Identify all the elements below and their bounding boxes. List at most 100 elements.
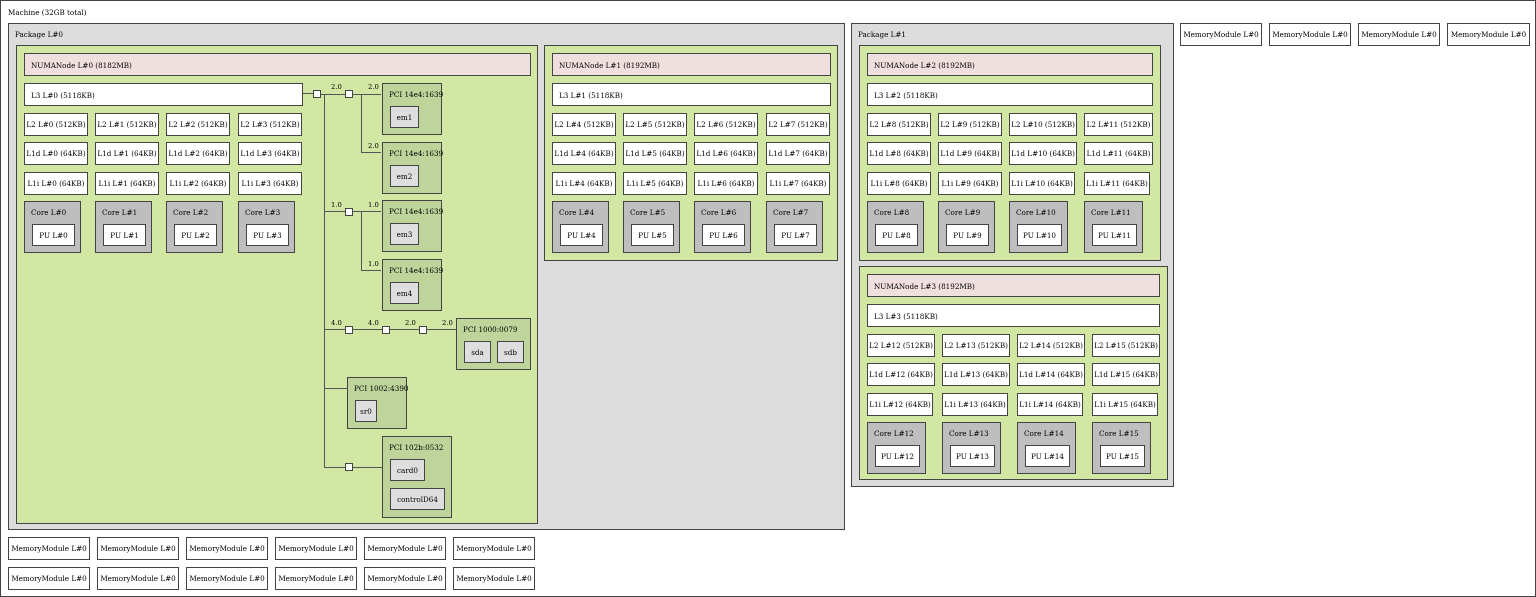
pci-bridge[interactable] xyxy=(345,463,353,471)
l1i-cache: L1i L#2 (64KB) xyxy=(166,172,230,195)
pci-bridge[interactable] xyxy=(382,326,390,334)
bandwidth-label: 1.0 xyxy=(368,260,379,268)
core: Core L#10 PU L#10 xyxy=(1009,201,1068,253)
pci-link xyxy=(361,270,381,271)
l2-cache: L2 L#5 (512KB) xyxy=(623,113,687,136)
l1d-cache: L1d L#0 (64KB) xyxy=(24,142,88,165)
pci-bridge[interactable] xyxy=(345,326,353,334)
pu: PU L#15 xyxy=(1100,445,1145,467)
core-label: Core L#7 xyxy=(773,208,809,217)
package-1: Package L#1 NUMANode L#2 (8192MB) L3 L#2… xyxy=(851,23,1174,487)
numa-node-label: NUMANode L#0 (8182MB) xyxy=(31,61,132,70)
pci-bridge[interactable] xyxy=(419,326,427,334)
numa-node-0: NUMANode L#0 (8182MB) L3 L#0 (5118KB) L2… xyxy=(16,45,538,524)
pci-device[interactable]: PCI 14e4:1639 em2 xyxy=(382,142,443,194)
core: Core L#2 PU L#2 xyxy=(166,201,223,253)
l1i-cache: L1i L#14 (64KB) xyxy=(1017,393,1083,416)
l1d-cache: L1d L#6 (64KB) xyxy=(694,142,758,165)
core-label: Core L#14 xyxy=(1024,429,1064,438)
core-label: Core L#4 xyxy=(559,208,595,217)
pu: PU L#9 xyxy=(946,224,989,246)
os-device: em2 xyxy=(390,165,419,187)
machine: Machine (32GB total) Package L#0 NUMANod… xyxy=(0,0,1536,597)
core: Core L#11 PU L#11 xyxy=(1084,201,1143,253)
l2-cache: L2 L#11 (512KB) xyxy=(1084,113,1153,136)
l2-cache: L2 L#8 (512KB) xyxy=(867,113,931,136)
l3-cache: L3 L#1 (5118KB) xyxy=(552,83,831,106)
pu: PU L#10 xyxy=(1017,224,1062,246)
numa-node-label: NUMANode L#2 (8192MB) xyxy=(874,61,975,70)
core-label: Core L#11 xyxy=(1091,208,1131,217)
l1d-cache: L1d L#4 (64KB) xyxy=(552,142,616,165)
memory-module: MemoryModule L#0 xyxy=(186,567,268,590)
numa-node-2: NUMANode L#2 (8192MB) L3 L#2 (5118KB) L2… xyxy=(859,45,1161,261)
l3-cache: L3 L#2 (5118KB) xyxy=(867,83,1153,106)
l2-cache: L2 L#15 (512KB) xyxy=(1092,334,1160,357)
pu: PU L#7 xyxy=(774,224,817,246)
os-device: sda xyxy=(464,341,491,363)
memory-module: MemoryModule L#0 xyxy=(1180,23,1262,46)
memory-module: MemoryModule L#0 xyxy=(1447,23,1530,46)
machine-label: Machine (32GB total) xyxy=(8,8,87,17)
pci-link xyxy=(361,211,362,270)
l1i-cache: L1i L#3 (64KB) xyxy=(238,172,302,195)
l1d-cache: L1d L#5 (64KB) xyxy=(623,142,687,165)
bandwidth-label: 4.0 xyxy=(368,319,379,327)
memory-module: MemoryModule L#0 xyxy=(97,537,179,560)
pci-device[interactable]: PCI 14e4:1639 em1 xyxy=(382,83,443,135)
pci-bridge[interactable] xyxy=(345,90,353,98)
l3-cache: L3 L#3 (5118KB) xyxy=(867,304,1160,327)
core: Core L#13 PU L#13 xyxy=(942,422,1001,474)
pu: PU L#1 xyxy=(103,224,146,246)
pu: PU L#2 xyxy=(174,224,217,246)
l1i-cache: L1i L#0 (64KB) xyxy=(24,172,88,195)
bandwidth-label: 4.0 xyxy=(331,319,342,327)
pci-device[interactable]: PCI 1002:4390 sr0 xyxy=(347,377,408,429)
pci-device[interactable]: PCI 14e4:1639 em4 xyxy=(382,259,443,311)
memory-module: MemoryModule L#0 xyxy=(8,537,90,560)
os-device: controlD64 xyxy=(390,488,445,510)
pu: PU L#12 xyxy=(875,445,920,467)
bandwidth-label: 2.0 xyxy=(331,83,342,91)
bandwidth-label: 2.0 xyxy=(405,319,416,327)
memory-module: MemoryModule L#0 xyxy=(453,567,535,590)
l1d-cache: L1d L#8 (64KB) xyxy=(867,142,931,165)
l2-cache: L2 L#3 (512KB) xyxy=(238,113,302,136)
pci-link xyxy=(353,94,381,95)
pu: PU L#4 xyxy=(560,224,603,246)
memory-module: MemoryModule L#0 xyxy=(97,567,179,590)
core: Core L#3 PU L#3 xyxy=(238,201,295,253)
l1i-cache: L1i L#1 (64KB) xyxy=(95,172,159,195)
l3-cache: L3 L#0 (5118KB) xyxy=(24,83,303,106)
core: Core L#12 PU L#12 xyxy=(867,422,926,474)
pci-host-bridge[interactable] xyxy=(313,90,321,98)
memory-module: MemoryModule L#0 xyxy=(364,567,446,590)
core-label: Core L#1 xyxy=(102,208,138,217)
bandwidth-label: 2.0 xyxy=(368,142,379,150)
pci-device-label: PCI 1000:0079 xyxy=(463,325,518,334)
l1i-cache: L1i L#11 (64KB) xyxy=(1084,172,1150,195)
pci-device[interactable]: PCI 14e4:1639 em3 xyxy=(382,200,443,252)
numa-node-label: NUMANode L#3 (8192MB) xyxy=(874,282,975,291)
numa-node-header: NUMANode L#0 (8182MB) xyxy=(24,53,531,76)
numa-node-3: NUMANode L#3 (8192MB) L3 L#3 (5118KB) L2… xyxy=(859,266,1168,480)
memory-module: MemoryModule L#0 xyxy=(186,537,268,560)
l1d-cache: L1d L#2 (64KB) xyxy=(166,142,230,165)
l2-cache: L2 L#4 (512KB) xyxy=(552,113,616,136)
memory-module: MemoryModule L#0 xyxy=(275,537,357,560)
core: Core L#9 PU L#9 xyxy=(938,201,995,253)
l2-cache: L2 L#1 (512KB) xyxy=(95,113,159,136)
l3-cache-label: L3 L#3 (5118KB) xyxy=(874,312,938,321)
os-device: em3 xyxy=(390,223,419,245)
l1d-cache: L1d L#11 (64KB) xyxy=(1084,142,1153,165)
pci-device[interactable]: PCI 1000:0079 sda sdb xyxy=(456,318,531,370)
pci-bridge[interactable] xyxy=(345,208,353,216)
l1d-cache: L1d L#14 (64KB) xyxy=(1017,363,1085,386)
l1d-cache: L1d L#9 (64KB) xyxy=(938,142,1002,165)
package-0: Package L#0 NUMANode L#0 (8182MB) L3 L#0… xyxy=(8,23,845,530)
l2-cache: L2 L#7 (512KB) xyxy=(766,113,830,136)
core: Core L#14 PU L#14 xyxy=(1017,422,1076,474)
pci-device[interactable]: PCI 102b:0532 card0 controlD64 xyxy=(382,436,452,518)
l1i-cache: L1i L#13 (64KB) xyxy=(942,393,1008,416)
l2-cache: L2 L#10 (512KB) xyxy=(1009,113,1077,136)
